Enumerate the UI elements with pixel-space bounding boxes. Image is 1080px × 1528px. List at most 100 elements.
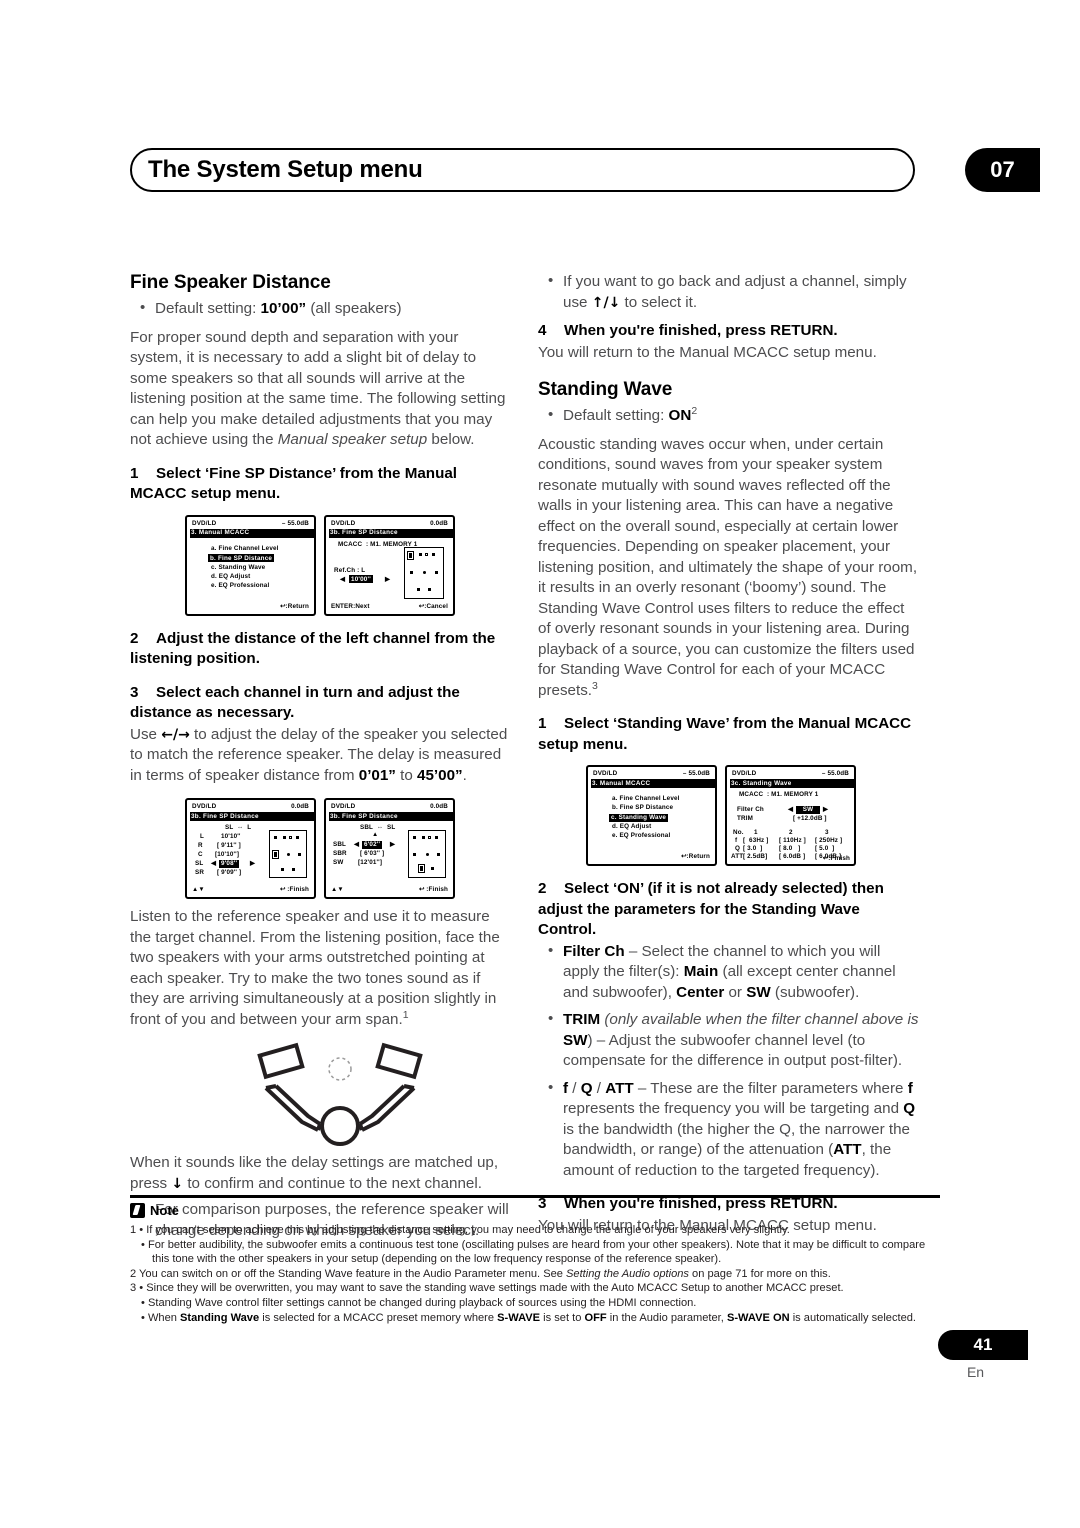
lcd-standing-wave: DVD/LD – 55.0dB 3c. Standing Wave MCACC …	[725, 765, 856, 866]
standing-wave-parameters-list: Filter Ch – Select the channel to which …	[538, 941, 920, 1182]
lcd-return-label[interactable]: ↩:Return	[681, 853, 710, 860]
lcd-menu-item-d[interactable]: d. EQ Adjust	[211, 573, 250, 580]
note-icon	[130, 1203, 145, 1218]
arm-left	[264, 1086, 319, 1132]
speaker-icon-surround-right	[437, 853, 440, 856]
step-2-heading: 2 Adjust the distance of the left channel…	[130, 629, 496, 668]
lcd-menu-item-a[interactable]: a. Fine Channel Level	[612, 795, 680, 802]
lcd-filter-ch-value[interactable]: SW	[796, 805, 820, 814]
speaker-layout-map	[404, 546, 444, 599]
right-arrow-icon[interactable]: ▶	[823, 806, 828, 813]
f-q-att-bullet: f / Q / ATT – These are the filter param…	[538, 1078, 920, 1182]
left-arrow-icon[interactable]: ◀	[340, 576, 345, 583]
speaker-icon-surround-back-left-selected	[418, 864, 425, 873]
lcd-finish-label[interactable]: ↩ :Finish	[280, 886, 309, 893]
arm-left-cap	[265, 1084, 277, 1090]
lcd-row-value-sr: [ 9'09'' ]	[217, 869, 242, 876]
lcd-menu-item-d[interactable]: d. EQ Adjust	[612, 823, 651, 830]
goback-note-bullet: If you want to go back and adjust a chan…	[538, 271, 920, 313]
speaker-icon-front-left-inner	[283, 836, 286, 839]
lcd-cancel-label[interactable]: ↩:Cancel	[419, 603, 448, 610]
up-down-arrows-icon[interactable]: ▲▼	[192, 886, 205, 893]
speaker-right-icon	[375, 1042, 423, 1080]
lcd-row-value-sbr: [ 6'03'' ]	[360, 850, 385, 857]
lcd-row-value-sbl-selected[interactable]: 6'02''	[362, 840, 383, 849]
speaker-layout-map	[269, 830, 307, 878]
confirm-instructions: When it sounds like the delay settings a…	[130, 1154, 499, 1192]
lcd-manual-mcacc-menu: DVD/LD – 55.0dB 3. Manual MCACC a. Fine …	[185, 514, 316, 616]
sw-step-2-heading: 2 Select ‘ON’ (if it is not already selec…	[538, 880, 884, 938]
lcd-source: DVD/LD	[331, 519, 356, 527]
lcd-menu-item-c[interactable]: c. Standing Wave	[211, 564, 265, 571]
lcd-fine-sp-distance-front: DVD/LD 0.0dB 3b. Fine SP Distance SL ⇔ L…	[185, 798, 316, 899]
up-down-arrows-icon[interactable]: ▲▼	[331, 886, 344, 893]
left-arrow-icon[interactable]: ◀	[211, 860, 216, 867]
right-arrow-icon[interactable]: ▶	[250, 860, 255, 867]
arm-right-hand	[358, 1123, 364, 1131]
right-arrow-icon[interactable]: ▶	[385, 576, 390, 583]
speaker-layout-map	[408, 830, 446, 878]
footnote-1a: 1 • If you can’t seem to achieve this by…	[130, 1224, 790, 1236]
step-3-heading: 3 Select each channel in turn and adjust …	[130, 683, 460, 722]
lcd-row-label-sl: SL	[195, 860, 204, 867]
lcd-trim-value[interactable]: [ +12.0dB ]	[793, 815, 827, 822]
lcd-table-header-no: No.	[733, 829, 744, 836]
lcd-level: 0.0dB	[430, 519, 448, 527]
lcd-menu-item-a[interactable]: a. Fine Channel Level	[211, 545, 279, 552]
speaker-icon-front-left-selected	[407, 550, 414, 560]
speaker-icon-surround-right	[298, 853, 301, 856]
lcd-row-value-sl-selected[interactable]: 9'08''	[219, 859, 240, 868]
lcd-table-header-1: 1	[754, 829, 758, 836]
chapter-badge: 07	[965, 148, 1040, 192]
left-arrow-icon[interactable]: ◀	[788, 806, 793, 813]
speaker-icon-center	[428, 836, 431, 839]
lcd-level: – 55.0dB	[682, 770, 710, 777]
lcd-row-att-value-1: [ 2.5dB]	[743, 853, 768, 860]
right-arrow-icon[interactable]: ▶	[390, 841, 395, 848]
lcd-distance-value[interactable]: 10'00''	[349, 575, 373, 583]
fine-distance-intro: For proper sound depth and separation wi…	[130, 328, 506, 449]
lcd-row-f-value-1: [ 63Hz ]	[743, 837, 769, 844]
footnotes-divider	[130, 1195, 940, 1198]
lcd-screens-row-1: DVD/LD – 55.0dB 3. Manual MCACC a. Fine …	[185, 514, 512, 616]
lcd-row-label-r: R	[198, 842, 203, 849]
lcd-row-label-sbl: SBL	[333, 841, 347, 848]
listener-diagram-svg	[257, 1042, 423, 1146]
speaker-icon-front-left	[274, 836, 277, 839]
lcd-menu-item-b-selected[interactable]: b. Fine SP Distance	[208, 554, 275, 562]
left-column: Fine Speaker Distance Default setting: 1…	[130, 272, 512, 1249]
lcd-fine-sp-distance-rear: DVD/LD 0.0dB 3b. Fine SP Distance SBL ⇔ …	[324, 798, 455, 899]
left-arrow-icon[interactable]: ◀	[354, 841, 359, 848]
speaker-icon-surround-right	[435, 570, 438, 574]
listening-instructions: Listen to the reference speaker and use …	[130, 908, 500, 1028]
lcd-title: 3b. Fine SP Distance	[330, 529, 398, 536]
listener-position-icon	[423, 570, 426, 574]
lcd-menu-item-c-selected[interactable]: c. Standing Wave	[609, 813, 669, 822]
arm-right-cap	[403, 1084, 415, 1090]
section-title-standing-wave: Standing Wave	[538, 379, 673, 400]
lcd-menu-item-e[interactable]: e. EQ Professional	[612, 832, 670, 839]
arm-left-hand	[316, 1123, 322, 1131]
step-3-body: Use ←/→ to adjust the delay of the speak…	[130, 725, 508, 784]
footnotes-section: Note 1 • If you can’t seem to achieve th…	[130, 1195, 940, 1325]
lcd-channel-pair: SL ⇔ L	[225, 824, 252, 831]
lcd-finish-label[interactable]: ↩ :Finish	[419, 886, 448, 893]
lcd-row-label-att: ATT	[731, 853, 744, 860]
standing-wave-default-list: Default setting: ON2	[538, 405, 920, 427]
up-down-arrows-icon: ↑/↓	[591, 294, 621, 311]
lcd-reference-channel: Ref.Ch : L	[334, 566, 366, 574]
lcd-row-label-c: C	[198, 851, 203, 858]
lcd-row-q-value-1: [ 3.0 ]	[743, 845, 763, 852]
lcd-table-header-3: 3	[825, 829, 829, 836]
lcd-menu-item-e[interactable]: e. EQ Professional	[211, 582, 269, 589]
default-setting-list: Default setting: 10’00” (all speakers)	[130, 298, 512, 320]
lcd-finish-label[interactable]: ↩:Finish	[823, 855, 850, 862]
lcd-level: – 55.0dB	[821, 770, 849, 777]
lcd-enter-next-label[interactable]: ENTER:Next	[331, 603, 370, 610]
lcd-level: 0.0dB	[291, 803, 309, 810]
listener-position-icon	[287, 853, 290, 856]
speaker-icon-front-right	[435, 836, 438, 839]
lcd-level: – 55.0dB	[281, 519, 309, 527]
lcd-menu-item-b[interactable]: b. Fine SP Distance	[612, 804, 673, 811]
lcd-return-label[interactable]: ↩:Return	[280, 603, 309, 610]
